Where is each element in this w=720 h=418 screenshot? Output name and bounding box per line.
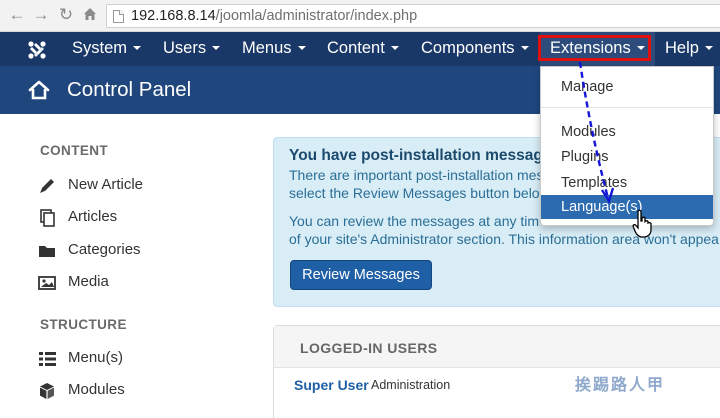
sidebar-item-label: Categories bbox=[68, 241, 141, 258]
image-icon bbox=[38, 276, 56, 290]
caret-down-icon bbox=[704, 45, 713, 50]
page-title: Control Panel bbox=[67, 78, 192, 101]
home-icon[interactable] bbox=[81, 6, 99, 24]
alert-text: select the Review Messages button belo bbox=[289, 185, 540, 201]
url-text: 192.168.8.14/joomla/administrator/index.… bbox=[131, 8, 417, 24]
menu-menus-label: Menus bbox=[242, 39, 292, 57]
menu-users-label: Users bbox=[163, 39, 207, 57]
alert-text: There are important post-installation me… bbox=[289, 167, 544, 183]
address-bar[interactable]: 192.168.8.14/joomla/administrator/index.… bbox=[106, 4, 720, 28]
panel-header: LOGGED-IN USERS bbox=[274, 326, 720, 368]
menu-help[interactable]: Help bbox=[665, 32, 713, 66]
caret-down-icon bbox=[636, 45, 645, 50]
dropdown-item-templates[interactable]: Templates bbox=[541, 171, 713, 195]
menu-extensions-label: Extensions bbox=[550, 39, 631, 57]
url-host: 192.168.8.14 bbox=[131, 8, 216, 24]
menu-content-label: Content bbox=[327, 39, 385, 57]
screenshot-root: ← → ↻ 192.168.8.14/joomla/administrator/… bbox=[0, 0, 720, 418]
dropdown-divider bbox=[541, 107, 713, 108]
menu-content[interactable]: Content bbox=[327, 32, 399, 66]
menu-components[interactable]: Components bbox=[421, 32, 529, 66]
home-outline-icon bbox=[28, 80, 50, 100]
sidebar-item-label: Modules bbox=[68, 381, 125, 398]
url-path: /joomla/administrator/index.php bbox=[215, 8, 418, 24]
menu-help-label: Help bbox=[665, 39, 699, 57]
menu-extensions[interactable]: Extensions bbox=[540, 32, 655, 66]
dropdown-item-manage[interactable]: Manage bbox=[541, 75, 713, 99]
alert-title: You have post-installation messag bbox=[289, 147, 543, 164]
list-icon bbox=[39, 352, 56, 366]
back-arrow-icon[interactable]: ← bbox=[8, 6, 26, 24]
dropdown-item-languages[interactable]: Language(s) bbox=[541, 195, 713, 219]
user-name-link[interactable]: Super User bbox=[294, 377, 369, 393]
review-messages-button[interactable]: Review Messages bbox=[290, 260, 432, 290]
browser-toolbar: ← → ↻ 192.168.8.14/joomla/administrator/… bbox=[0, 0, 720, 32]
sidebar-item-label: New Article bbox=[68, 176, 144, 193]
cube-icon bbox=[40, 383, 54, 399]
menu-menus[interactable]: Menus bbox=[242, 32, 306, 66]
caret-down-icon bbox=[297, 45, 306, 50]
joomla-logo-icon[interactable] bbox=[26, 39, 48, 61]
menu-system-label: System bbox=[72, 39, 128, 57]
pencil-icon bbox=[40, 179, 54, 193]
menu-components-label: Components bbox=[421, 39, 515, 57]
menu-system[interactable]: System bbox=[72, 32, 142, 66]
sidebar: CONTENT New Article Articles Categories … bbox=[0, 114, 260, 418]
watermark-text: 挨踢路人甲 bbox=[575, 377, 666, 394]
folder-icon bbox=[39, 246, 55, 257]
sidebar-heading-structure: STRUCTURE bbox=[40, 317, 127, 332]
alert-text: of your site's Administrator section. Th… bbox=[289, 231, 719, 247]
extensions-dropdown: Manage Modules Plugins Templates Languag… bbox=[540, 66, 714, 226]
dropdown-item-modules[interactable]: Modules bbox=[541, 120, 713, 144]
caret-down-icon bbox=[520, 45, 529, 50]
sidebar-item-label: Articles bbox=[68, 208, 118, 225]
menu-users[interactable]: Users bbox=[163, 32, 221, 66]
copy-icon bbox=[40, 209, 55, 227]
page-icon bbox=[113, 10, 124, 23]
top-navbar: System Users Menus Content Components Ex… bbox=[0, 32, 720, 66]
sidebar-item-label: Menu(s) bbox=[68, 349, 124, 366]
caret-down-icon bbox=[133, 45, 142, 50]
user-role: Administration bbox=[371, 378, 451, 392]
reload-icon[interactable]: ↻ bbox=[57, 6, 75, 24]
sidebar-heading-content: CONTENT bbox=[40, 143, 109, 158]
dropdown-item-plugins[interactable]: Plugins bbox=[541, 145, 713, 169]
sidebar-item-label: Media bbox=[68, 273, 109, 290]
panel-title: LOGGED-IN USERS bbox=[300, 340, 438, 356]
caret-down-icon bbox=[212, 45, 221, 50]
forward-arrow-icon[interactable]: → bbox=[32, 6, 50, 24]
alert-text: You can review the messages at any tim bbox=[289, 213, 540, 229]
caret-down-icon bbox=[390, 45, 399, 50]
